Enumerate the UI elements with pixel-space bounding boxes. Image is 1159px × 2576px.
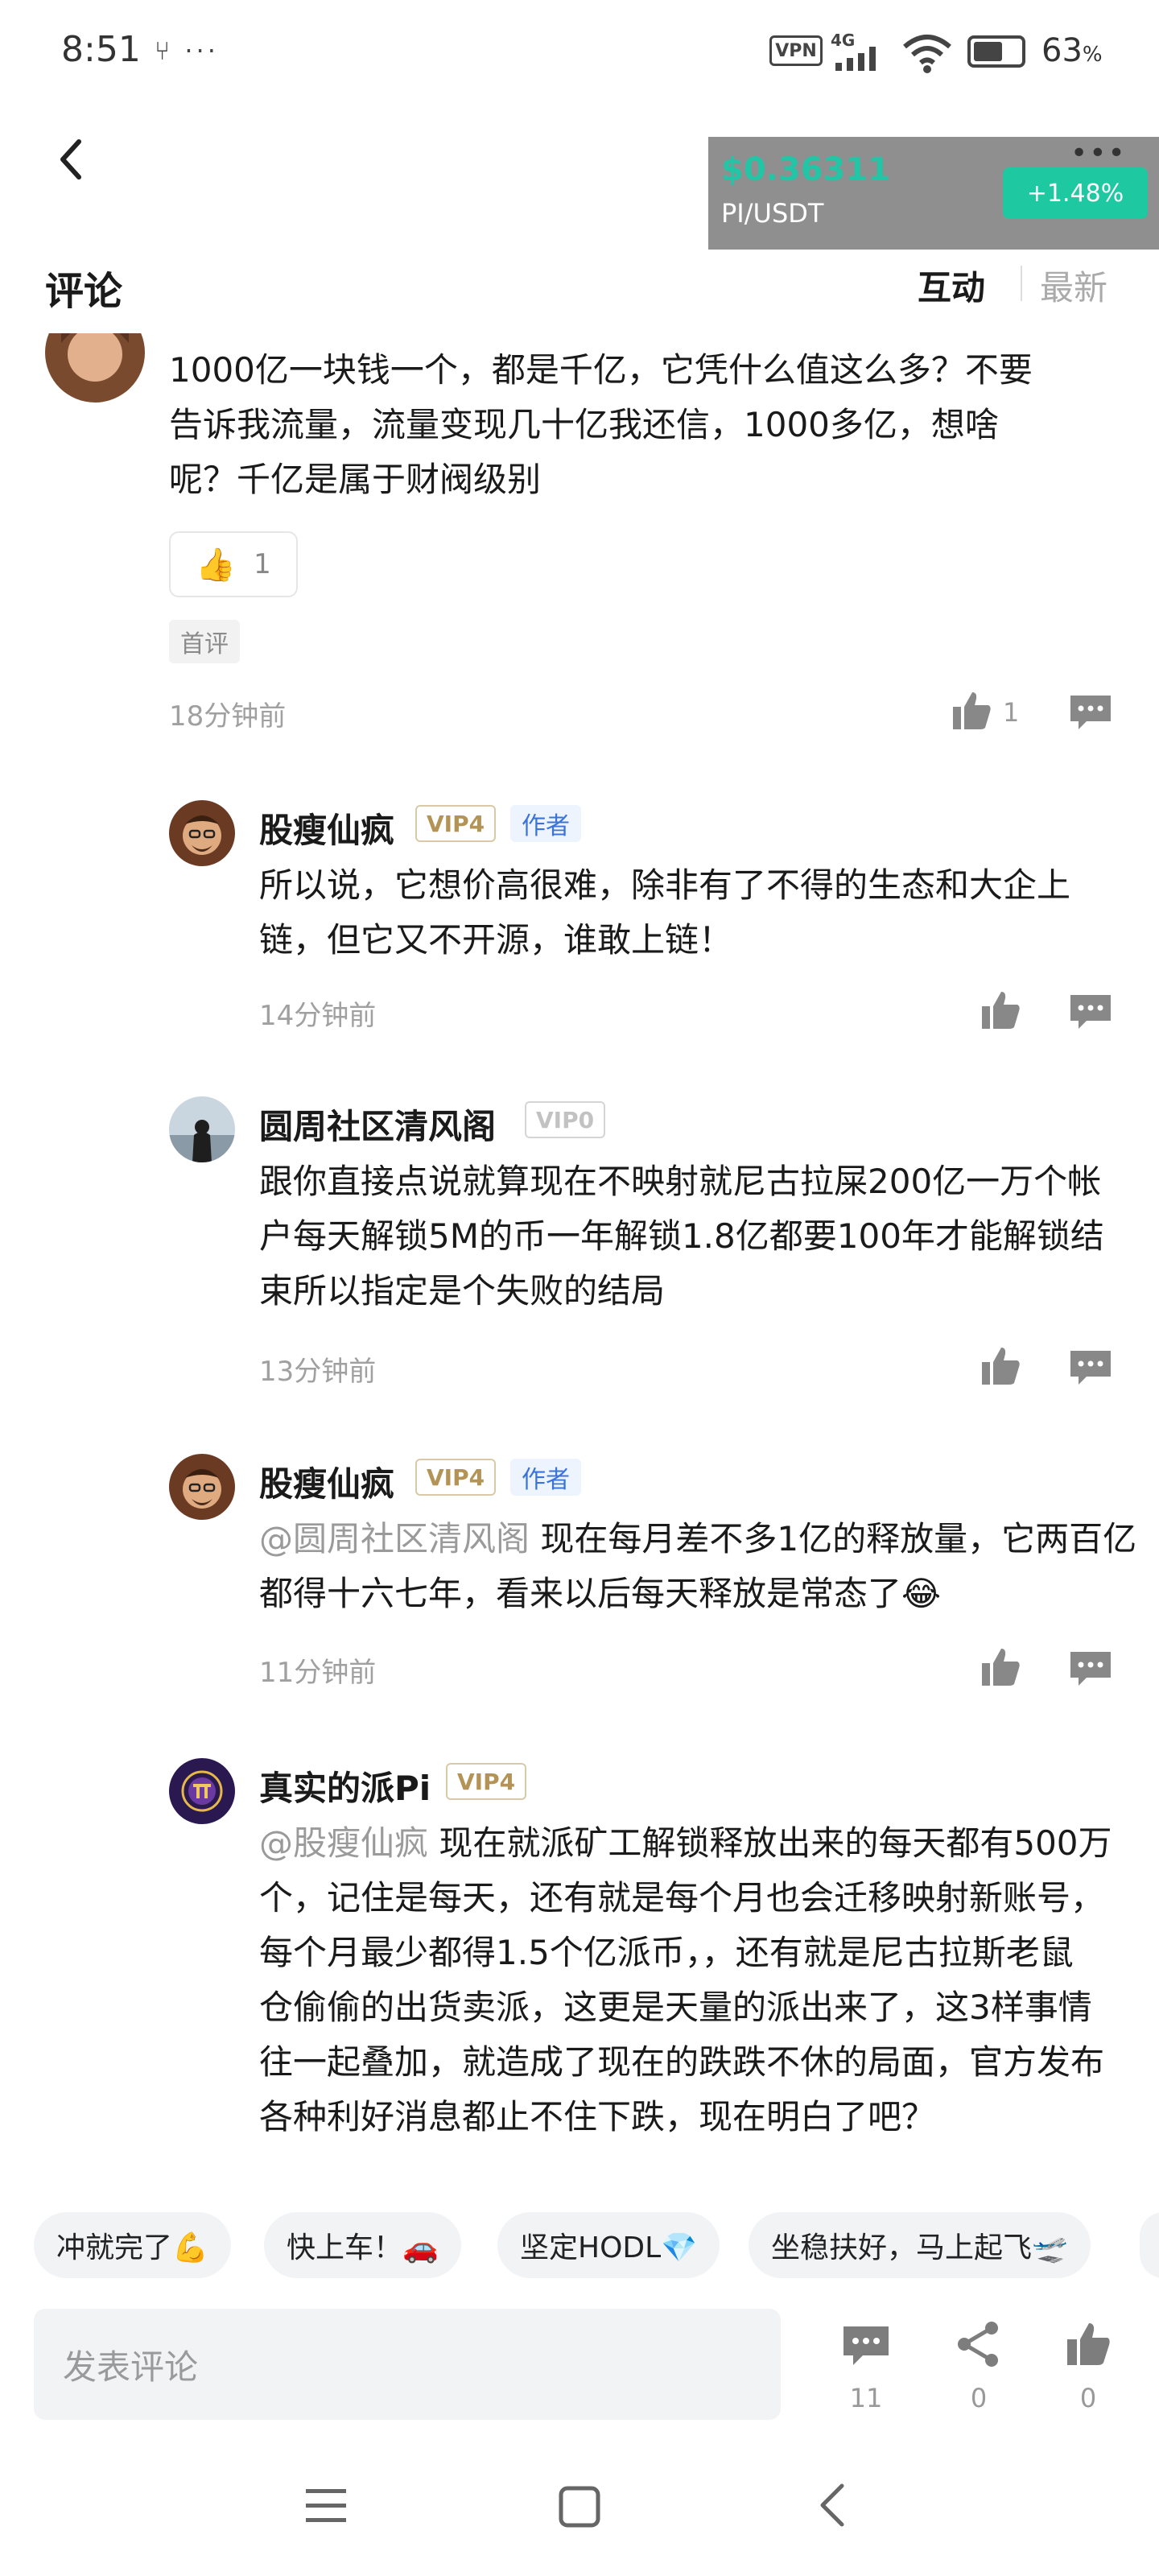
sort-divider bbox=[1021, 266, 1022, 301]
comment-body: @圆周社区清风阁 现在每月差不多1亿的释放量，它两百亿 都得十六七年，看来以后每… bbox=[259, 1512, 1153, 1621]
reply-icon[interactable] bbox=[1069, 691, 1112, 734]
avatar[interactable] bbox=[169, 800, 235, 866]
comment-line: @圆周社区清风阁 现在每月差不多1亿的释放量，它两百亿 bbox=[259, 1512, 1153, 1567]
comment-line: 链，但它又不开源，谁敢上链！ bbox=[259, 920, 733, 960]
comment-text: 现在就派矿工解锁释放出来的每天都有500万 bbox=[428, 1823, 1112, 1863]
system-back-icon[interactable] bbox=[818, 2483, 847, 2528]
avatar[interactable] bbox=[169, 1758, 235, 1824]
vpn-icon: VPN bbox=[769, 35, 823, 66]
menu-icon[interactable] bbox=[306, 2487, 346, 2524]
comment-time: 11分钟前 bbox=[259, 1657, 377, 1689]
signal-icon bbox=[835, 47, 876, 71]
status-time: 8:51 bbox=[61, 29, 141, 70]
reaction-chip[interactable]: 👍 1 bbox=[169, 531, 298, 597]
battery-percent: 63% bbox=[1041, 32, 1103, 69]
like-icon[interactable] bbox=[1064, 2320, 1112, 2368]
vip-badge: VIP4 bbox=[415, 1459, 497, 1496]
reply-icon[interactable] bbox=[1069, 1647, 1112, 1690]
trading-pair: PI/USDT bbox=[721, 198, 824, 229]
comment-line: 所以说，它想价高很难，除非有了不得的生态和大企上 bbox=[259, 865, 1071, 905]
like-icon[interactable] bbox=[979, 1645, 1022, 1689]
comment-time: 13分钟前 bbox=[259, 1356, 377, 1388]
share-icon[interactable] bbox=[955, 2320, 1003, 2368]
comment-time: 14分钟前 bbox=[259, 1000, 377, 1032]
comment-line: 往一起叠加，就造成了现在的跌跌不休的局面，官方发布 bbox=[259, 2042, 1105, 2082]
quick-reply-chip[interactable]: 冲就完了💪 bbox=[34, 2212, 231, 2278]
username[interactable]: 真实的派Pi bbox=[259, 1761, 431, 1810]
home-icon[interactable] bbox=[559, 2486, 600, 2528]
comment-line: 1000亿一块钱一个，都是千亿，它凭什么值这么多？不要 bbox=[169, 350, 1033, 390]
more-icon[interactable]: ••• bbox=[1070, 137, 1127, 170]
reply-icon[interactable] bbox=[1069, 990, 1112, 1034]
comment-body: @股瘦仙疯 现在就派矿工解锁释放出来的每天都有500万 个，记住是每天，还有就是… bbox=[259, 1816, 1153, 2145]
battery-value: 63 bbox=[1041, 32, 1083, 69]
share-count: 0 bbox=[970, 2383, 988, 2413]
comment-count: 11 bbox=[849, 2383, 883, 2413]
battery-unit: % bbox=[1082, 43, 1103, 67]
comment-line: 告诉我流量，流量变现几十亿我还信，1000多亿，想啥 bbox=[169, 405, 999, 444]
mention-link[interactable]: @圆周社区清风阁 bbox=[259, 1519, 530, 1558]
price-change-badge: +1.48% bbox=[1003, 167, 1148, 219]
quick-reply-chip-overflow[interactable] bbox=[1140, 2212, 1159, 2278]
like-count: 0 bbox=[1079, 2383, 1097, 2413]
username[interactable]: 圆周社区清风阁 bbox=[259, 1100, 496, 1149]
comment-line: 每个月最少都得1.5个亿派币，，还有就是尼古拉斯老鼠 bbox=[259, 1933, 1074, 1972]
sort-interactive-tab[interactable]: 互动 bbox=[918, 261, 985, 310]
comment-body: 1000亿一块钱一个，都是千亿，它凭什么值这么多？不要 告诉我流量，流量变现几十… bbox=[169, 343, 1135, 507]
vip-badge: VIP4 bbox=[415, 805, 497, 842]
author-badge: 作者 bbox=[510, 805, 581, 842]
comment-line: 呢？千亿是属于财阀级别 bbox=[169, 460, 542, 499]
notification-icons: ⑂ ··· bbox=[155, 35, 219, 66]
wifi-icon bbox=[903, 35, 951, 73]
battery-icon bbox=[967, 35, 1025, 68]
avatar-image bbox=[169, 1454, 235, 1520]
quick-reply-chip[interactable]: 坐稳扶好，马上起飞🛫 bbox=[749, 2212, 1091, 2278]
comment-text: 现在每月差不多1亿的释放量，它两百亿 bbox=[530, 1519, 1137, 1558]
author-badge: 作者 bbox=[510, 1459, 581, 1496]
avatar[interactable] bbox=[169, 1454, 235, 1520]
comment-input[interactable]: 发表评论 bbox=[34, 2309, 781, 2420]
sort-latest-tab[interactable]: 最新 bbox=[1040, 261, 1107, 310]
chevron-left-icon bbox=[60, 139, 81, 180]
comment-icon[interactable] bbox=[842, 2322, 890, 2370]
comment-line: 都得十六七年，看来以后每天释放是常态了😂 bbox=[259, 1574, 942, 1613]
battery-fill bbox=[974, 42, 1002, 61]
pi-logo-icon bbox=[169, 1758, 235, 1824]
vip-badge: VIP0 bbox=[525, 1101, 606, 1138]
avatar[interactable] bbox=[169, 1096, 235, 1162]
comment-line: 跟你直接点说就算现在不映射就尼古拉屎200亿一万个帐 bbox=[259, 1162, 1102, 1201]
avatar-image bbox=[45, 333, 145, 402]
comment-line: 户每天解锁5M的币一年解锁1.8亿都要100年才能解锁结 bbox=[259, 1216, 1104, 1256]
username[interactable]: 股瘦仙疯 bbox=[259, 1457, 394, 1506]
mention-link[interactable]: @股瘦仙疯 bbox=[259, 1823, 428, 1863]
quick-reply-chip[interactable]: 快上车！🚗 bbox=[264, 2212, 461, 2278]
price-value: $0.36311 bbox=[721, 151, 891, 188]
first-comment-tag: 首评 bbox=[169, 620, 240, 663]
quick-reply-chip[interactable]: 坚定HODL💎 bbox=[497, 2212, 720, 2278]
comment-body: 跟你直接点说就算现在不映射就尼古拉屎200亿一万个帐 户每天解锁5M的币一年解锁… bbox=[259, 1154, 1153, 1319]
like-icon[interactable] bbox=[979, 1344, 1022, 1388]
reply-icon[interactable] bbox=[1069, 1346, 1112, 1389]
comment-line: 各种利好消息都止不住下跌，现在明白了吧？ bbox=[259, 2097, 936, 2136]
price-widget[interactable]: ••• $0.36311 PI/USDT +1.48% bbox=[708, 137, 1159, 250]
comment-line: 仓偷偷的出货卖派，这更是天量的派出来了，这3样事情 bbox=[259, 1988, 1092, 2027]
comment-time: 18分钟前 bbox=[169, 700, 287, 733]
like-count: 1 bbox=[1003, 697, 1020, 728]
thumbs-up-emoji: 👍 bbox=[196, 546, 237, 584]
comment-body: 所以说，它想价高很难，除非有了不得的生态和大企上 链，但它又不开源，谁敢上链！ bbox=[259, 858, 1145, 968]
like-icon[interactable] bbox=[950, 689, 993, 733]
avatar[interactable] bbox=[45, 333, 145, 402]
username[interactable]: 股瘦仙疯 bbox=[259, 803, 394, 852]
reaction-count: 1 bbox=[254, 548, 271, 580]
vip-badge: VIP4 bbox=[446, 1763, 527, 1800]
comment-line: @股瘦仙疯 现在就派矿工解锁释放出来的每天都有500万 bbox=[259, 1816, 1153, 1871]
comment-line: 个，记住是每天，还有就是每个月也会迁移映射新账号， bbox=[259, 1878, 1105, 1918]
back-button[interactable] bbox=[48, 137, 93, 182]
avatar-image bbox=[169, 1096, 235, 1162]
avatar-image bbox=[169, 800, 235, 866]
comments-title: 评论 bbox=[45, 269, 123, 314]
comment-line: 束所以指定是个失败的结局 bbox=[259, 1271, 666, 1311]
like-icon[interactable] bbox=[979, 989, 1022, 1032]
